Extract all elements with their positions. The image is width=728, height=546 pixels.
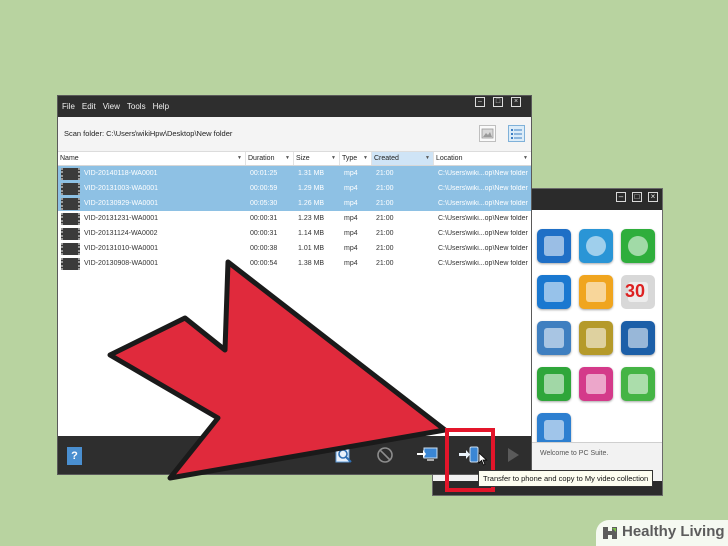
red-arrow-annotation — [107, 259, 448, 481]
mouse-cursor-icon — [478, 452, 488, 466]
transfer-tooltip: Transfer to phone and copy to My video c… — [478, 470, 654, 487]
watermark-text: Healthy Living — [622, 523, 725, 540]
healthy-living-logo-icon — [603, 527, 617, 539]
calendar-number: 30 — [625, 281, 646, 301]
